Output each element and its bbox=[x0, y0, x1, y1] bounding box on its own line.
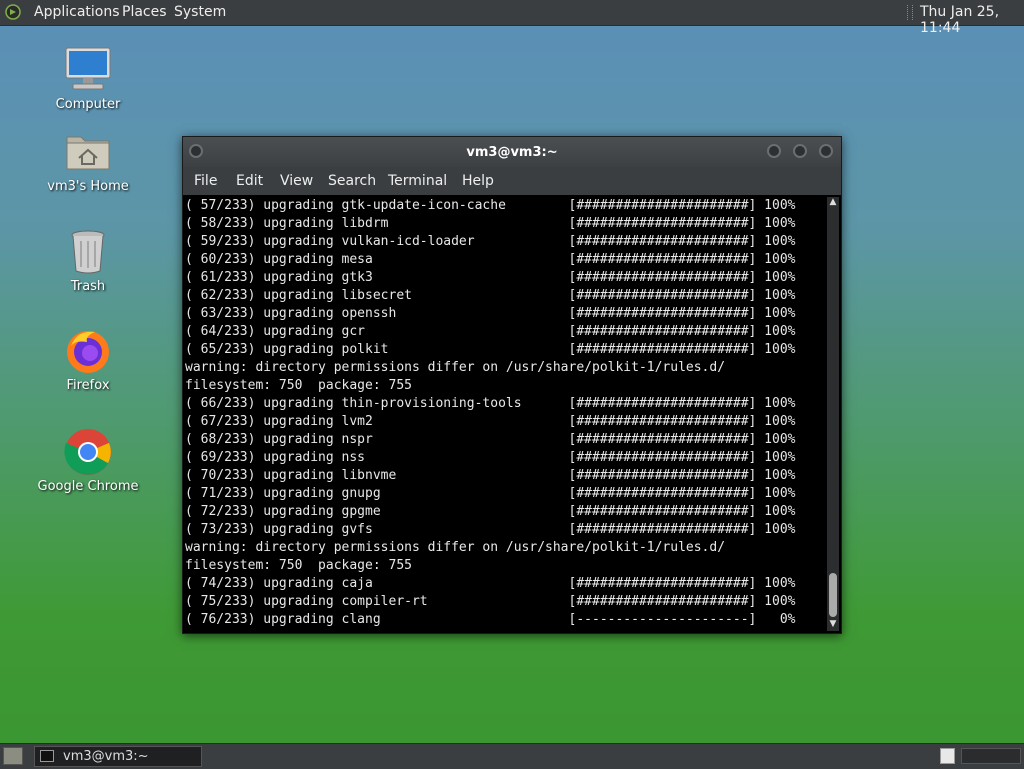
menu-terminal[interactable]: Terminal bbox=[388, 173, 447, 189]
scroll-up-icon[interactable]: ▲ bbox=[827, 197, 839, 207]
terminal-line: ( 72/233) upgrading gpgme [#############… bbox=[185, 504, 796, 519]
terminal-line: warning: directory permissions differ on… bbox=[185, 360, 726, 375]
applications-menu[interactable]: Applications bbox=[34, 4, 120, 20]
desktop-icon-label: vm3's Home bbox=[47, 179, 129, 194]
terminal-line: ( 60/233) upgrading mesa [##############… bbox=[185, 252, 796, 267]
menu-view[interactable]: View bbox=[280, 173, 313, 189]
window-title: vm3@vm3:~ bbox=[466, 145, 558, 160]
terminal-line: ( 75/233) upgrading compiler-rt [#######… bbox=[185, 594, 796, 609]
terminal-line: ( 58/233) upgrading libdrm [############… bbox=[185, 216, 796, 231]
workspace-1[interactable] bbox=[940, 748, 955, 764]
top-panel: Applications Places System Thu Jan 25, 1… bbox=[0, 0, 1024, 36]
terminal-line: ( 63/233) upgrading openssh [###########… bbox=[185, 306, 796, 321]
close-button[interactable] bbox=[819, 144, 833, 158]
terminal-line: filesystem: 750 package: 755 bbox=[185, 558, 412, 573]
desktop-icon-trash[interactable]: Trash bbox=[33, 227, 143, 294]
terminal-line: ( 73/233) upgrading gvfs [##############… bbox=[185, 522, 796, 537]
terminal-icon bbox=[40, 750, 54, 762]
terminal-line: ( 69/233) upgrading nss [###############… bbox=[185, 450, 796, 465]
menu-search[interactable]: Search bbox=[328, 173, 376, 189]
terminal-line: ( 70/233) upgrading libnvme [###########… bbox=[185, 468, 796, 483]
chrome-icon bbox=[63, 427, 113, 477]
terminal-line: ( 61/233) upgrading gtk3 [##############… bbox=[185, 270, 796, 285]
distro-logo-icon[interactable] bbox=[5, 4, 21, 20]
desktop-icon-firefox[interactable]: Firefox bbox=[33, 326, 143, 393]
scrollbar[interactable]: ▲ ▼ bbox=[827, 197, 839, 631]
desktop-icon-computer[interactable]: Computer bbox=[33, 45, 143, 112]
scrollbar-thumb[interactable] bbox=[829, 573, 837, 617]
window-titlebar[interactable]: vm3@vm3:~ bbox=[183, 137, 841, 167]
terminal-line: warning: directory permissions differ on… bbox=[185, 540, 726, 555]
maximize-button[interactable] bbox=[793, 144, 807, 158]
menu-file[interactable]: File bbox=[194, 173, 217, 189]
terminal-line: ( 62/233) upgrading libsecret [#########… bbox=[185, 288, 796, 303]
taskbar-item-label: vm3@vm3:~ bbox=[63, 749, 149, 764]
minimize-button[interactable] bbox=[767, 144, 781, 158]
show-desktop-icon[interactable] bbox=[3, 747, 23, 765]
firefox-icon bbox=[63, 326, 113, 376]
home-folder-icon bbox=[63, 127, 113, 177]
menubar: File Edit View Search Terminal Help bbox=[183, 167, 841, 195]
trash-icon bbox=[63, 227, 113, 277]
scroll-down-icon[interactable]: ▼ bbox=[827, 619, 839, 629]
terminal-line: ( 59/233) upgrading vulkan-icd-loader [#… bbox=[185, 234, 796, 249]
workspace-2[interactable] bbox=[961, 748, 1021, 764]
desktop-icon-label: Firefox bbox=[66, 378, 110, 393]
bottom-panel: vm3@vm3:~ bbox=[0, 743, 1024, 769]
clock[interactable]: Thu Jan 25, 11:44 bbox=[920, 4, 1024, 36]
desktop-icon-chrome[interactable]: Google Chrome bbox=[33, 427, 143, 494]
desktop-icon-label: Trash bbox=[70, 279, 106, 294]
menu-edit[interactable]: Edit bbox=[236, 173, 263, 189]
computer-icon bbox=[63, 45, 113, 95]
desktop-icon-label: Computer bbox=[55, 97, 121, 112]
terminal-line: ( 57/233) upgrading gtk-update-icon-cach… bbox=[185, 198, 796, 213]
terminal-output[interactable]: ( 57/233) upgrading gtk-update-icon-cach… bbox=[185, 197, 827, 631]
terminal-line: filesystem: 750 package: 755 bbox=[185, 378, 412, 393]
panel-separator bbox=[907, 5, 913, 20]
desktop-icon-label: Google Chrome bbox=[37, 479, 139, 494]
menu-help[interactable]: Help bbox=[462, 173, 494, 189]
terminal-window[interactable]: vm3@vm3:~ File Edit View Search Terminal… bbox=[182, 136, 842, 634]
terminal-line: ( 64/233) upgrading gcr [###############… bbox=[185, 324, 796, 339]
terminal-line: ( 66/233) upgrading thin-provisioning-to… bbox=[185, 396, 796, 411]
terminal-line: ( 65/233) upgrading polkit [############… bbox=[185, 342, 796, 357]
terminal-line: ( 74/233) upgrading caja [##############… bbox=[185, 576, 796, 591]
places-menu[interactable]: Places bbox=[122, 4, 167, 20]
taskbar-item-terminal[interactable]: vm3@vm3:~ bbox=[34, 746, 202, 767]
terminal-line: ( 76/233) upgrading clang [-------------… bbox=[185, 612, 796, 627]
desktop-icon-home[interactable]: vm3's Home bbox=[33, 127, 143, 194]
system-menu[interactable]: System bbox=[174, 4, 226, 20]
terminal-line: ( 71/233) upgrading gnupg [#############… bbox=[185, 486, 796, 501]
terminal-line: ( 68/233) upgrading nspr [##############… bbox=[185, 432, 796, 447]
terminal-line: ( 67/233) upgrading lvm2 [##############… bbox=[185, 414, 796, 429]
